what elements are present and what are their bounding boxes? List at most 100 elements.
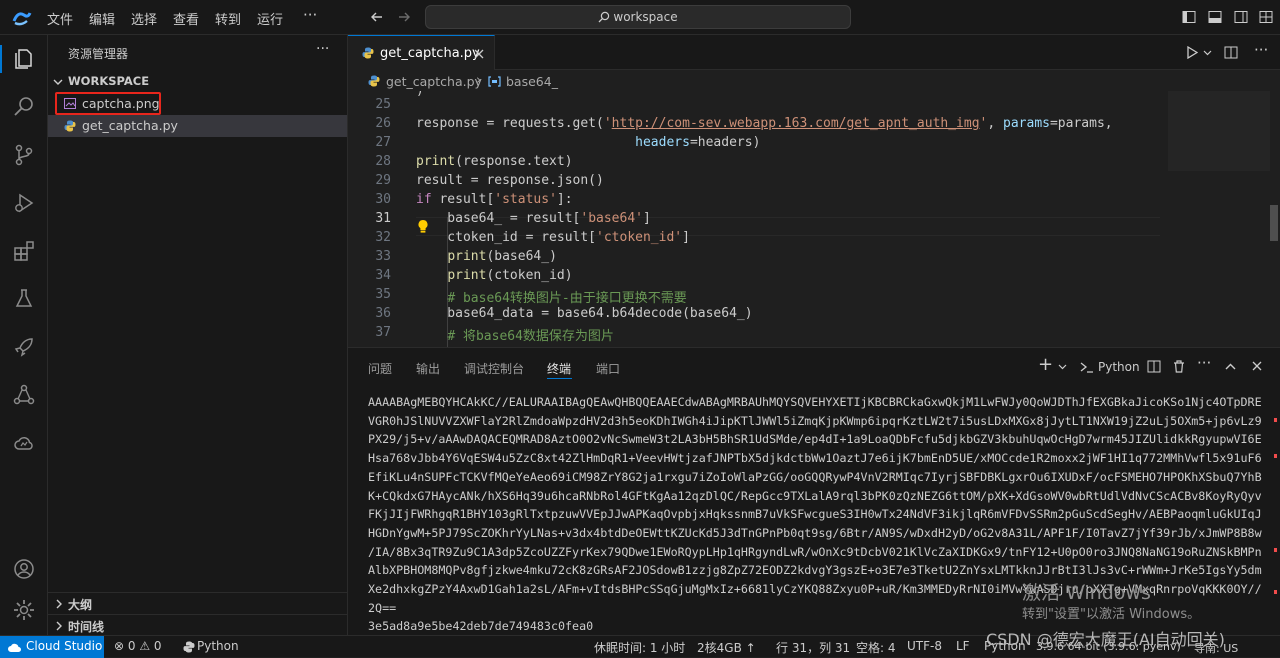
clipped-bracket: ) <box>416 91 424 98</box>
code-line: print(base64_) <box>447 249 557 264</box>
encoding[interactable]: UTF-8 <box>907 639 942 653</box>
new-terminal-icon[interactable]: + <box>1038 354 1053 375</box>
panel-more-icon[interactable]: ··· <box>1197 354 1211 372</box>
account-icon[interactable] <box>12 557 36 581</box>
csdn-watermark: CSDN @德宏大魔王(AI自动回关) <box>986 630 1225 649</box>
windows-activation-subtitle: 转到"设置"以激活 Windows。 <box>1022 607 1201 622</box>
line-number: 35 <box>375 287 391 302</box>
line-ending[interactable]: LF <box>956 639 970 653</box>
breadcrumb-symbol[interactable]: base64_ <box>506 74 558 89</box>
customize-layout-icon[interactable] <box>1259 10 1273 24</box>
idle-timeout[interactable]: 休眠时间: 1 小时 <box>594 639 685 656</box>
split-terminal-icon[interactable] <box>1147 360 1161 373</box>
cloud-icon[interactable] <box>12 431 36 455</box>
forward-arrow-icon[interactable] <box>397 10 411 24</box>
file-item-get-captcha-py[interactable]: get_captcha.py <box>48 115 347 137</box>
remote-label: Cloud Studio <box>26 639 103 653</box>
menu-edit[interactable]: 编辑 <box>89 9 115 28</box>
chevron-down-icon[interactable] <box>1203 50 1212 56</box>
trash-icon[interactable] <box>1173 360 1185 373</box>
workspace-section-header[interactable]: WORKSPACE <box>48 72 347 92</box>
panel-tab-problems[interactable]: 问题 <box>368 360 392 377</box>
menu-file[interactable]: 文件 <box>47 9 73 28</box>
chevron-down-icon <box>53 79 63 85</box>
minimap[interactable] <box>1168 91 1278 347</box>
command-center-search[interactable]: workspace <box>425 5 851 29</box>
menu-selection[interactable]: 选择 <box>131 9 157 28</box>
panel-tab-debug-console[interactable]: 调试控制台 <box>464 360 524 377</box>
editor-more-icon[interactable]: ··· <box>1254 41 1268 59</box>
toggle-panel-icon[interactable] <box>1208 10 1222 24</box>
more-menu-icon[interactable]: ··· <box>303 6 317 24</box>
line-number: 34 <box>375 268 391 283</box>
problems-counter[interactable]: ⊗ 0 ⚠ 0 <box>114 639 162 653</box>
python-file-icon <box>368 75 380 87</box>
panel-tab-terminal[interactable]: 终端 <box>547 360 571 377</box>
file-item-captcha-png[interactable]: captcha.png <box>48 92 347 115</box>
terminal-line: Hsa768vJbb4Y6VqESW4u5ZzC8xt42ZlHmDqR1+Ve… <box>368 451 1262 466</box>
remote-indicator[interactable]: Cloud Studio <box>0 636 104 658</box>
chevron-right-icon <box>56 599 62 609</box>
indentation[interactable]: 空格: 4 <box>856 639 896 656</box>
line-number: 31 <box>375 211 391 226</box>
chevron-down-icon[interactable] <box>1058 364 1067 370</box>
maximize-panel-chevron-icon[interactable] <box>1225 363 1236 370</box>
code-line: headers=headers) <box>635 135 761 150</box>
title-bar: 文件 编辑 选择 查看 转到 运行 ··· workspace <box>0 0 1280 35</box>
active-tab-underline <box>547 378 572 379</box>
tab-get-captcha-py[interactable]: get_captcha.py <box>348 35 495 70</box>
close-icon[interactable] <box>474 49 484 59</box>
code-area[interactable]: ) 25 26 response = requests.get('http://co… <box>348 91 1168 347</box>
scrollbar-thumb[interactable] <box>1270 205 1278 241</box>
back-arrow-icon[interactable] <box>370 10 384 24</box>
run-python-icon[interactable] <box>1186 46 1198 59</box>
terminal-line: HGDnYgwM+5PJ79ScZOKhrYyLNas+v3dx4btdDeOE… <box>368 525 1262 540</box>
line-number: 30 <box>375 192 391 207</box>
menu-go[interactable]: 转到 <box>215 9 241 28</box>
minimap-slider[interactable] <box>1168 91 1270 171</box>
app-logo-icon <box>12 12 32 26</box>
source-control-icon[interactable] <box>12 143 36 167</box>
close-panel-icon[interactable] <box>1252 361 1262 371</box>
settings-gear-icon[interactable] <box>12 598 36 622</box>
line-number: 33 <box>375 249 391 264</box>
testing-flask-icon[interactable] <box>12 287 36 311</box>
outline-label: 大纲 <box>68 598 93 612</box>
python-status[interactable]: Python <box>197 639 239 653</box>
search-label: workspace <box>613 10 678 24</box>
code-line: if result['status']: <box>416 192 573 207</box>
terminal-shell-label[interactable]: Python <box>1098 360 1140 374</box>
overview-marker <box>1274 418 1277 422</box>
variable-symbol-icon <box>488 76 501 87</box>
share-nodes-icon[interactable] <box>12 383 36 407</box>
panel-tab-output[interactable]: 输出 <box>416 360 440 377</box>
sidebar-more-icon[interactable]: ··· <box>316 41 329 57</box>
search-icon <box>598 11 610 23</box>
code-line: ctoken_id = result['ctoken_id'] <box>416 230 690 245</box>
toggle-secondary-sidebar-icon[interactable] <box>1234 10 1248 24</box>
panel-tab-ports[interactable]: 端口 <box>596 360 620 377</box>
extensions-icon[interactable] <box>12 239 36 263</box>
menu-view[interactable]: 查看 <box>173 9 199 28</box>
code-line: print(response.text) <box>416 154 573 169</box>
breadcrumb-file[interactable]: get_captcha.py <box>386 74 482 89</box>
remote-rocket-icon[interactable] <box>12 335 36 359</box>
split-editor-icon[interactable] <box>1224 46 1238 59</box>
explorer-icon[interactable] <box>12 47 36 71</box>
terminal-line: /IA/8Bx3qTR9Zu9C1A3dp5ZcoUZZFyrKex79QDwe… <box>368 544 1262 559</box>
tab-label: get_captcha.py <box>380 46 480 61</box>
run-debug-icon[interactable] <box>12 191 36 215</box>
search-view-icon[interactable] <box>12 95 36 119</box>
machine-spec[interactable]: 2核4GB ↑ <box>697 639 756 656</box>
cursor-position[interactable]: 行 31，列 31 <box>776 639 850 656</box>
toggle-primary-sidebar-icon[interactable] <box>1182 10 1196 24</box>
editor-group: get_captcha.py ··· get_captcha.py › base… <box>348 35 1280 347</box>
timeline-section-header[interactable]: 时间线 <box>48 614 347 635</box>
terminal-line: PX29/j5+v/aAAwDAQACEQMRAD8AztO0O2vNcSwme… <box>368 432 1262 447</box>
outline-section-header[interactable]: 大纲 <box>48 592 347 614</box>
code-line: base64_data = base64.b64decode(base64_) <box>416 306 753 321</box>
menu-run[interactable]: 运行 <box>257 9 283 28</box>
terminal-line: AAAABAgMEBQYHCAkKC//EALURAAIBAgQEAwQHBQQ… <box>368 395 1262 409</box>
terminal-line: VGR0hJSlNUVVZXWFlaY2RlZmdoaWpzdHV2d3h5eo… <box>368 413 1262 428</box>
code-line: # 将base64数据保存为图片 <box>447 329 614 344</box>
